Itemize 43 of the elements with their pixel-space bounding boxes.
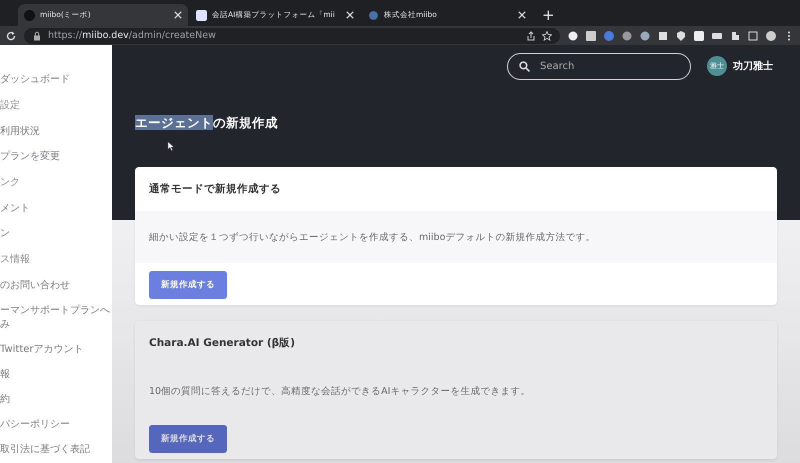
favicon-icon (196, 10, 207, 20)
close-icon (346, 11, 354, 19)
create-button[interactable]: 新規作成する (149, 425, 227, 453)
lock-icon (32, 30, 42, 40)
cursor-icon (167, 140, 175, 152)
reload-icon (6, 30, 16, 40)
sidebar-link[interactable]: ン (0, 221, 111, 246)
card-description: 10個の質問に答えるだけで、高精度な会話ができるAIキャラクターを生成できます。 (148, 384, 532, 398)
user-name: 功刀雅士 (733, 60, 773, 73)
sidebar-link[interactable]: 取引法に基づく表記 (0, 437, 111, 462)
sidebar-link[interactable]: メント (0, 196, 111, 221)
url-text: https://miibo.dev/admin/createNew (48, 30, 217, 41)
shield-icon (676, 30, 686, 40)
close-icon (174, 11, 182, 19)
sidebar-link[interactable]: 利用状況 (0, 119, 111, 144)
sidebar-heading: ス情報 (0, 252, 31, 266)
card-description: 細かい設定を１つずつ行いながらエージェントを作成する、miiboデフォルトの新規作成方法です。 (135, 211, 777, 263)
sidebar-link[interactable]: パシーポリシー (0, 412, 111, 437)
new-tab-button[interactable]: + (534, 4, 563, 26)
sidebar-link[interactable]: のお問い合わせ (0, 273, 111, 298)
sidebar-link[interactable]: ーマンサポートプランへみ (0, 298, 111, 337)
sidebar-heading: 設定 (0, 98, 21, 112)
sidebar-link[interactable]: ダッシュボード (0, 67, 111, 92)
sidebar-link[interactable]: 報 (0, 362, 111, 387)
sidebar-link[interactable]: 約 (0, 387, 111, 412)
sidebar-heading: ンク (0, 176, 21, 190)
puzzle-icon (730, 30, 740, 40)
favicon-icon (24, 10, 35, 20)
profile-icon (766, 30, 776, 40)
star-icon (542, 30, 552, 40)
card-title: Chara.AI Generator (β版) (148, 336, 296, 351)
card-title: 通常モードで新規作成する (148, 182, 282, 197)
create-button[interactable]: 新規作成する (149, 271, 227, 299)
close-icon (518, 11, 526, 19)
share-icon (526, 30, 536, 40)
sidebar-link[interactable]: プランを変更 (0, 144, 111, 169)
search-field[interactable]: Search (507, 52, 691, 80)
page-title: エージェント の新規作成 (135, 115, 279, 132)
sidebar-icon (748, 30, 758, 40)
sidebar-link[interactable]: Twitterアカウント (0, 337, 111, 362)
address-bar[interactable]: https://miibo.dev/admin/createNew (24, 28, 560, 44)
favicon-icon (368, 10, 379, 20)
search-icon (519, 60, 530, 72)
